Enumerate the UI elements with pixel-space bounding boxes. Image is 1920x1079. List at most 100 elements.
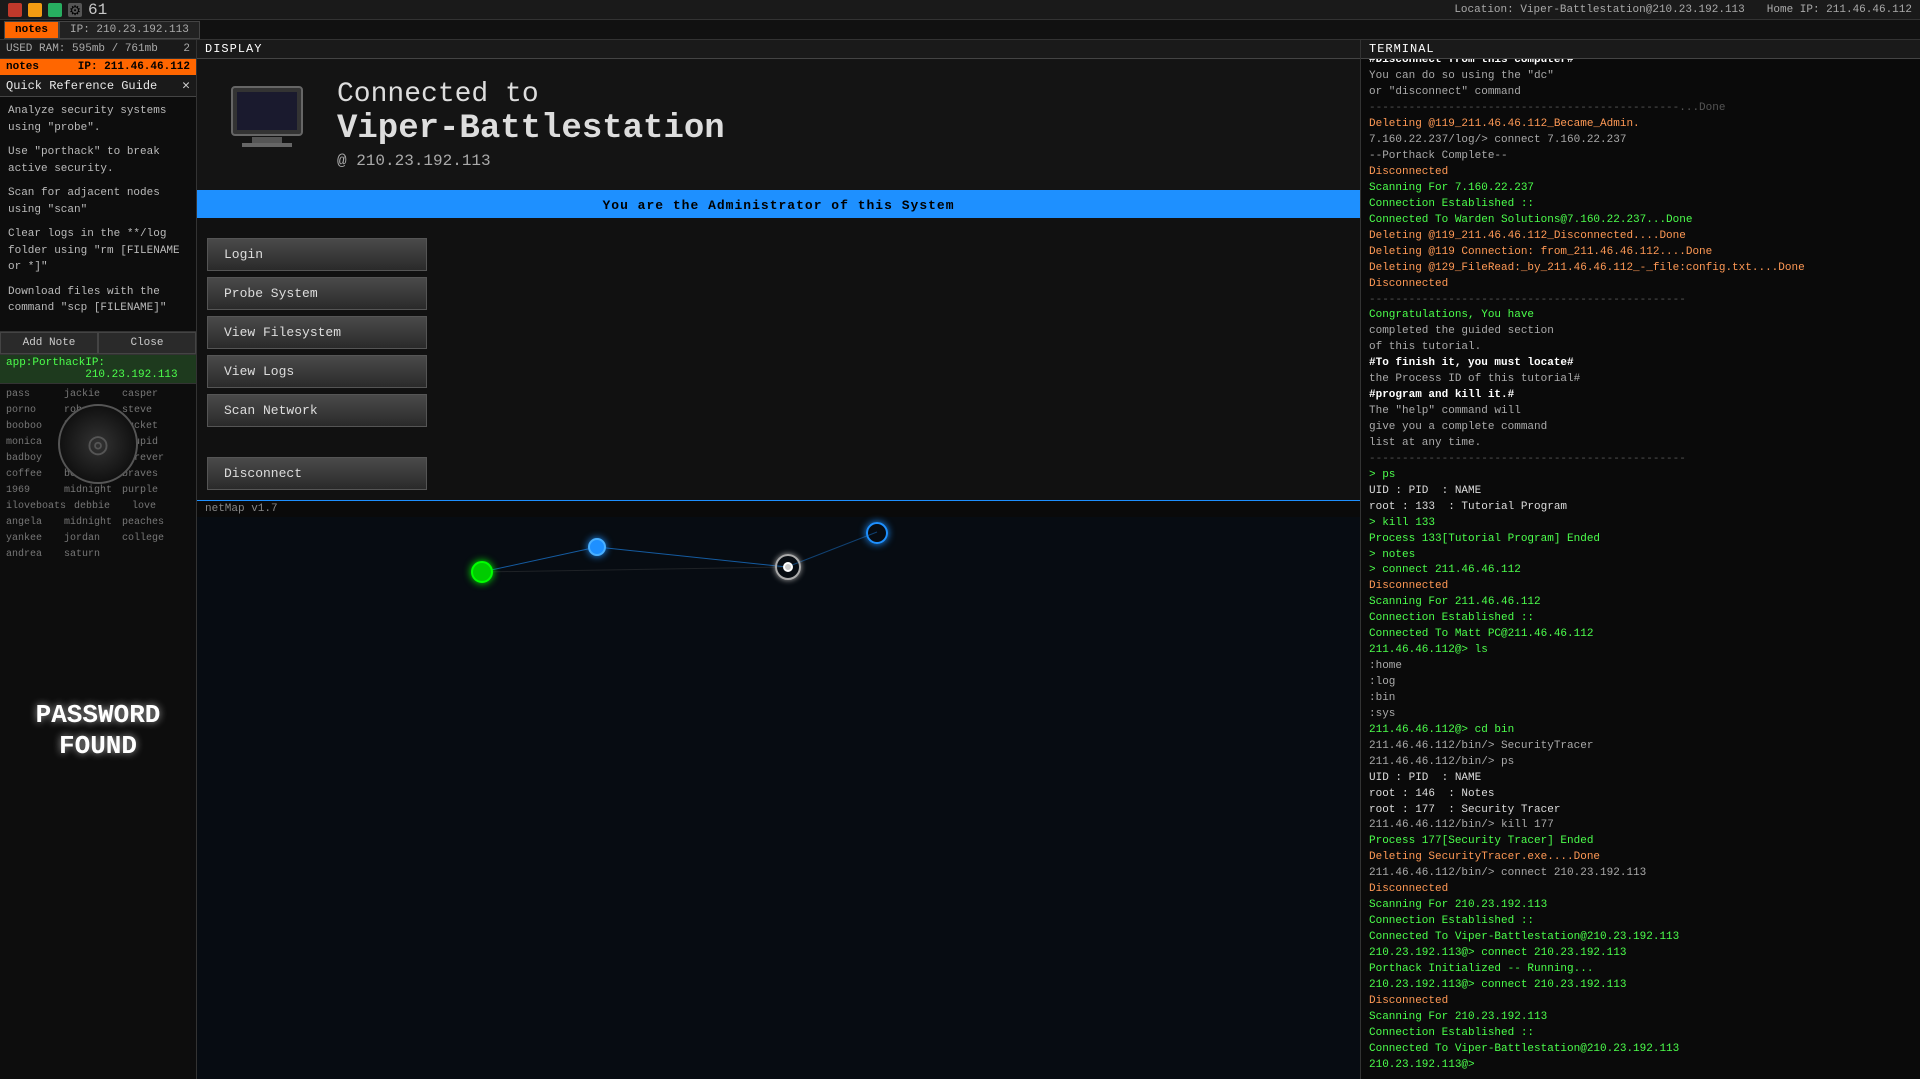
gear-button[interactable]: ⚙ xyxy=(68,3,82,17)
terminal-line: Scanning For 210.23.192.113 xyxy=(1369,1010,1912,1026)
guide-item-2: Scan for adjacent nodes using "scan" xyxy=(8,185,188,218)
minimize-button[interactable] xyxy=(28,3,42,17)
terminal-line: list at any time. xyxy=(1369,436,1912,452)
terminal-line: 211.46.46.112/bin/> kill 177 xyxy=(1369,818,1912,834)
disconnect-wrapper: Disconnect xyxy=(197,447,1360,500)
menu-button-login[interactable]: Login xyxy=(207,238,427,271)
terminal-line: :log xyxy=(1369,675,1912,691)
topbar: ⚙ 61 Location: Viper-Battlestation@210.2… xyxy=(0,0,1920,20)
menu-button-view-logs[interactable]: View Logs xyxy=(207,355,427,388)
wordlist-item: casper xyxy=(122,388,172,402)
terminal-line: :sys xyxy=(1369,707,1912,723)
menu-button-view-filesystem[interactable]: View Filesystem xyxy=(207,316,427,349)
wordlist-item: booboo xyxy=(6,420,56,434)
quick-ref-close-icon[interactable]: ✕ xyxy=(182,78,190,93)
terminal-line: #Disconnect from this computer# xyxy=(1369,59,1912,69)
terminal-line: Scanning For 211.46.46.112 xyxy=(1369,595,1912,611)
terminal-line: Disconnected xyxy=(1369,882,1912,898)
terminal-line: You can do so using the "dc" xyxy=(1369,69,1912,85)
terminal-line: Disconnected xyxy=(1369,165,1912,181)
terminal-line: Scanning For 210.23.192.113 xyxy=(1369,898,1912,914)
ram-count: 2 xyxy=(183,43,190,55)
terminal-line: Disconnected xyxy=(1369,277,1912,293)
terminal-line: > kill 133 xyxy=(1369,516,1912,532)
terminal-line: Process 133[Tutorial Program] Ended xyxy=(1369,532,1912,548)
app-ip: IP: 210.23.192.113 xyxy=(85,357,190,381)
tabs-row: notes IP: 210.23.192.113 xyxy=(0,20,1920,40)
ram-label: USED RAM: 595mb / 761mb xyxy=(6,43,158,55)
terminal-line: 210.23.192.113@> connect 210.23.192.113 xyxy=(1369,978,1912,994)
net-node-blue1[interactable] xyxy=(588,538,606,556)
terminal-line: Deleting SecurityTracer.exe....Done xyxy=(1369,850,1912,866)
sidebar-ram: USED RAM: 595mb / 761mb 2 xyxy=(0,40,196,59)
terminal-line: Connected To Warden Solutions@7.160.22.2… xyxy=(1369,213,1912,229)
terminal-line: root : 146 : Notes xyxy=(1369,787,1912,803)
connected-text: Connected to Viper-Battlestation @ 210.2… xyxy=(337,79,725,170)
terminal-line: > notes xyxy=(1369,548,1912,564)
terminal-line: Deleting @119_211.46.46.112_Became_Admin… xyxy=(1369,117,1912,133)
computer-icon xyxy=(227,82,307,167)
display-panel: DISPLAY Connected to Viper-Battlestation… xyxy=(197,40,1360,1079)
wordlist-item: badboy xyxy=(6,452,56,466)
quick-ref-header: Quick Reference Guide ✕ xyxy=(0,75,196,97)
guide-item-1: Use "porthack" to break active security. xyxy=(8,144,188,177)
terminal-line: Connected To Viper-Battlestation@210.23.… xyxy=(1369,1042,1912,1058)
disconnect-button[interactable]: Disconnect xyxy=(207,457,427,490)
wordlist-item: 1969 xyxy=(6,484,56,498)
terminal-line: Connected To Viper-Battlestation@210.23.… xyxy=(1369,930,1912,946)
terminal-panel: TERMINAL Note: the wildcard "*" indicate… xyxy=(1360,40,1920,1079)
sidebar: USED RAM: 595mb / 761mb 2 notes IP: 211.… xyxy=(0,40,197,1079)
terminal-line: #To finish it, you must locate# xyxy=(1369,356,1912,372)
tab-notes[interactable]: notes xyxy=(4,21,59,39)
menu-buttons: Login Probe System View Filesystem View Log… xyxy=(197,218,1360,447)
wordlist-item: steve xyxy=(122,404,172,418)
terminal-line: Connection Established :: xyxy=(1369,914,1912,930)
wordlist-item: yankee xyxy=(6,532,56,546)
terminal-line: 211.46.46.112@> ls xyxy=(1369,643,1912,659)
menu-button-scan-network[interactable]: Scan Network xyxy=(207,394,427,427)
terminal-line: 211.46.46.112/bin/> ps xyxy=(1369,755,1912,771)
terminal-line: Process 177[Security Tracer] Ended xyxy=(1369,834,1912,850)
wordlist-item: andrea xyxy=(6,548,56,562)
wordlist-item: angela xyxy=(6,516,56,530)
terminal-line: Congratulations, You have xyxy=(1369,308,1912,324)
net-node-blue2[interactable] xyxy=(866,522,888,544)
password-found-overlay: PASSWORDFOUND xyxy=(36,700,161,762)
sidebar-notes-buttons: Add Note Close xyxy=(0,332,196,355)
terminal-line: Porthack Initialized -- Running... xyxy=(1369,962,1912,978)
menu-button-probe-system[interactable]: Probe System xyxy=(207,277,427,310)
maximize-button[interactable] xyxy=(48,3,62,17)
terminal-line: --Porthack Complete-- xyxy=(1369,149,1912,165)
terminal-line: Deleting @129_FileRead:_by_211.46.46.112… xyxy=(1369,261,1912,277)
wordlist-item: college xyxy=(122,532,172,546)
wordlist-item: debbie xyxy=(74,500,124,514)
terminal-line: 211.46.46.112/bin/> SecurityTracer xyxy=(1369,739,1912,755)
terminal-line: completed the guided section xyxy=(1369,324,1912,340)
wordlist-item: peaches xyxy=(122,516,172,530)
terminal-header: TERMINAL xyxy=(1361,40,1920,59)
app-label: app:Porthack xyxy=(6,357,85,381)
connected-line1: Connected to xyxy=(337,79,725,110)
terminal-line: ----------------------------------------… xyxy=(1369,101,1912,117)
terminal-line: > connect 211.46.46.112 xyxy=(1369,563,1912,579)
close-note-button[interactable]: Close xyxy=(98,332,196,354)
terminal-line: #program and kill it.# xyxy=(1369,388,1912,404)
ip-value: IP: 211.46.46.112 xyxy=(78,61,190,73)
terminal-line: UID : PID : NAME xyxy=(1369,771,1912,787)
main-layout: USED RAM: 595mb / 761mb 2 notes IP: 211.… xyxy=(0,40,1920,1079)
net-node-white[interactable] xyxy=(775,554,801,580)
tab-ip[interactable]: IP: 210.23.192.113 xyxy=(59,21,200,39)
netmap-bar: netMap v1.7 xyxy=(197,500,1360,517)
add-note-button[interactable]: Add Note xyxy=(0,332,98,354)
terminal-line: give you a complete command xyxy=(1369,420,1912,436)
terminal-line: :bin xyxy=(1369,691,1912,707)
net-node-green[interactable] xyxy=(471,561,493,583)
close-button[interactable] xyxy=(8,3,22,17)
terminal-line: Disconnected xyxy=(1369,994,1912,1010)
net-node-inner xyxy=(783,562,793,572)
terminal-line: Connected To Matt PC@211.46.46.112 xyxy=(1369,627,1912,643)
terminal-content[interactable]: Note: the wildcard "*" indicates"All".--… xyxy=(1361,59,1920,1079)
connected-line2: Viper-Battlestation xyxy=(337,110,725,148)
wordlist-item: coffee xyxy=(6,468,56,482)
fingerprint-icon: ◎ xyxy=(58,404,138,484)
